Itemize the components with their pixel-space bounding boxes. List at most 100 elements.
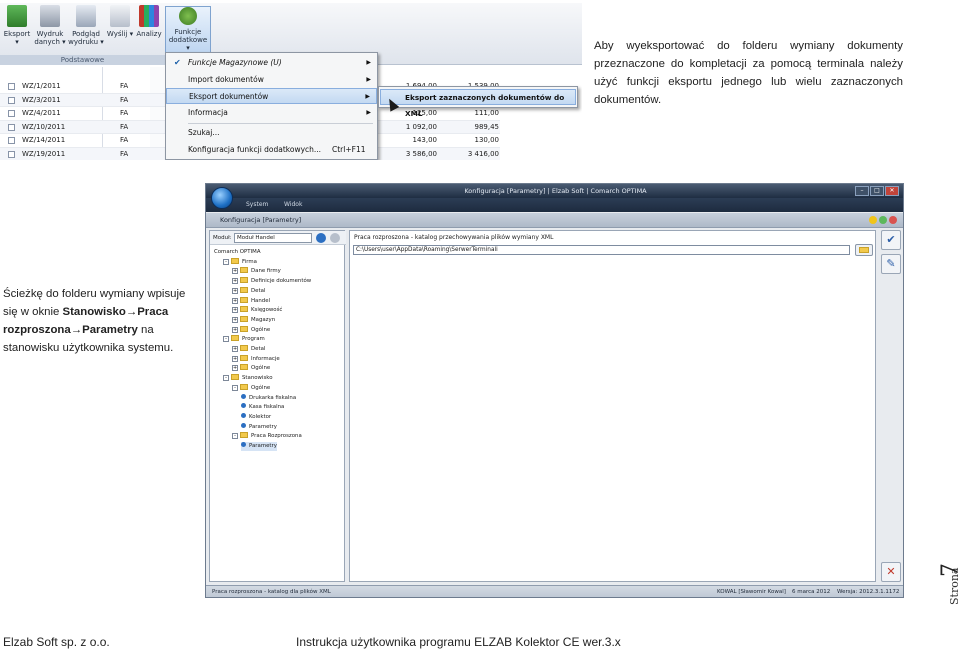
menu-item-export-selected-xml[interactable]: Eksport zaznaczonych dokumentów do XML xyxy=(380,89,576,118)
row-checkbox[interactable] xyxy=(8,150,15,158)
save-icon: ✔ xyxy=(886,233,896,246)
tree-item[interactable]: Parametry xyxy=(241,422,277,432)
save-button[interactable]: ✔ xyxy=(881,230,901,250)
tree-folder[interactable]: + Detal xyxy=(232,286,265,296)
tree-folder[interactable]: Comarch OPTIMA xyxy=(214,248,261,257)
ribbon-print-preview-button[interactable]: Podgląd wydruku ▾ xyxy=(68,5,104,55)
row-checkbox[interactable] xyxy=(8,96,15,104)
app-orb-icon[interactable] xyxy=(211,187,233,209)
expand-icon[interactable]: + xyxy=(232,278,238,285)
tree-folder[interactable]: - Ogólne xyxy=(232,383,270,393)
tree-folder[interactable]: + Detal xyxy=(232,345,265,354)
refresh-icon[interactable] xyxy=(316,233,326,243)
tree-item[interactable]: Kasa fiskalna xyxy=(241,403,284,412)
folder-icon xyxy=(231,257,239,264)
tree-folder[interactable]: - Praca Rozproszona xyxy=(232,432,302,441)
ribbon-analysis-label: Analizy xyxy=(136,30,162,38)
close-dot-icon[interactable] xyxy=(889,216,897,224)
row-checkbox[interactable] xyxy=(8,137,15,144)
folder-icon xyxy=(240,354,248,361)
expand-icon[interactable]: + xyxy=(232,316,238,323)
path-instructions-paragraph: Ścieżkę do folderu wymiany wpisuje się w… xyxy=(3,288,186,354)
collapse-icon[interactable]: - xyxy=(223,258,229,265)
settings-icon[interactable] xyxy=(330,233,340,243)
tree-folder[interactable]: + Handel xyxy=(232,296,270,306)
minimize-dot-icon[interactable] xyxy=(869,216,877,224)
close-button[interactable]: ✕ xyxy=(881,562,901,582)
minimize-icon[interactable]: – xyxy=(855,186,869,196)
tree-folder[interactable]: + Definicje dokumentów xyxy=(232,277,311,286)
tree-item[interactable]: Drukarka fiskalna xyxy=(241,393,296,403)
restore-dot-icon[interactable] xyxy=(879,216,887,224)
maximize-icon[interactable]: □ xyxy=(870,186,884,196)
folder-icon xyxy=(859,247,869,253)
row-checkbox[interactable] xyxy=(8,83,15,90)
exchange-folder-path-input[interactable]: C:\Users\user\AppData\Roaming\SerwerTerm… xyxy=(353,245,850,255)
window-titlebar: Konfiguracja [Parametry] | Elzab Soft | … xyxy=(206,184,903,198)
window-close-icon[interactable]: ✕ xyxy=(885,186,899,196)
page-number-value: 7 xyxy=(938,563,960,577)
panel-title: Praca rozproszona - katalog przechowywan… xyxy=(354,234,554,241)
browse-folder-button[interactable] xyxy=(855,244,873,256)
menu-separator xyxy=(188,123,373,124)
ribbon-analysis-button[interactable]: Analizy xyxy=(135,5,163,55)
ribbon-send-button[interactable]: Wyślij ▾ xyxy=(106,5,134,55)
document-title: Konfiguracja [Parametry] xyxy=(220,216,302,224)
collapse-icon[interactable]: - xyxy=(223,375,229,382)
page-number: Strona 7 xyxy=(920,545,960,605)
collapse-icon[interactable]: - xyxy=(223,336,229,343)
parameter-icon xyxy=(241,412,246,418)
expand-icon[interactable]: + xyxy=(232,287,238,294)
parameter-icon xyxy=(241,393,246,399)
menu-item-warehouse-functions[interactable]: ✔ Funkcje Magazynowe (U) ▶ xyxy=(166,55,377,71)
ribbon-print-label: Wydruk danych xyxy=(34,30,64,46)
menu-system[interactable]: System xyxy=(246,198,268,212)
ribbon-functions-label: Funkcje dodatkowe xyxy=(168,28,208,44)
menu-item-import-documents[interactable]: Import dokumentów ▶ xyxy=(166,72,377,88)
tree-folder[interactable]: + Dane firmy xyxy=(232,267,281,276)
menu-item-configure-functions[interactable]: Konfiguracja funkcji dodatkowych... Ctrl… xyxy=(166,142,377,158)
expand-icon[interactable]: + xyxy=(232,355,238,362)
tree-folder[interactable]: - Stanowisko xyxy=(223,374,273,383)
status-description: Praca rozproszona - katalog dla plików X… xyxy=(212,589,331,595)
expand-icon[interactable]: + xyxy=(232,268,238,275)
screenshot-export-menu: Eksport ▾ Wydruk danych ▾ Podgląd wydruk… xyxy=(0,3,582,160)
row-checkbox[interactable] xyxy=(8,110,15,117)
tree-item[interactable]: Parametry xyxy=(241,442,277,451)
expand-icon[interactable]: + xyxy=(232,307,238,314)
ribbon-functions-button[interactable]: Funkcje dodatkowe ▾ xyxy=(165,6,211,56)
expand-icon[interactable]: + xyxy=(232,346,238,352)
ribbon-export-button[interactable]: Eksport ▾ xyxy=(2,5,32,55)
tree-folder[interactable]: - Firma xyxy=(223,257,257,267)
folder-icon xyxy=(240,267,248,274)
ribbon-group-label: Podstawowe xyxy=(0,55,165,65)
row-checkbox[interactable] xyxy=(8,123,15,131)
close-icon: ✕ xyxy=(886,565,896,578)
tree-folder[interactable]: + Magazyn xyxy=(232,315,275,325)
menu-item-export-documents[interactable]: Eksport dokumentów ▶ xyxy=(166,88,377,104)
tree-folder[interactable]: + Księgowość xyxy=(232,306,282,315)
tree-item[interactable]: Kolektor xyxy=(241,412,271,422)
collapse-icon[interactable]: - xyxy=(232,384,238,391)
ribbon-print-button[interactable]: Wydruk danych ▾ xyxy=(33,5,67,55)
tree-folder[interactable]: + Ogólne xyxy=(232,325,270,335)
tree-folder[interactable]: + Informacje xyxy=(232,354,280,364)
export-submenu: Eksport zaznaczonych dokumentów do XML xyxy=(378,86,578,118)
collapse-icon[interactable]: - xyxy=(232,433,238,440)
menu-item-information[interactable]: Informacja ▶ xyxy=(166,105,377,121)
folder-icon xyxy=(231,335,239,342)
document-tab-bar: Konfiguracja [Parametry] xyxy=(206,213,903,228)
expand-icon[interactable]: + xyxy=(232,365,238,372)
submenu-arrow-icon: ▶ xyxy=(365,93,370,100)
tree-folder[interactable]: - Program xyxy=(223,335,265,344)
module-select[interactable]: Moduł Handel xyxy=(234,233,312,243)
expand-icon[interactable]: + xyxy=(232,297,238,304)
menu-view[interactable]: Widok xyxy=(284,198,302,212)
tree-folder[interactable]: + Ogólne xyxy=(232,364,270,373)
expand-icon[interactable]: + xyxy=(232,326,238,333)
module-row: Moduł: Moduł Handel xyxy=(210,231,346,245)
edit-button[interactable]: ✎ xyxy=(881,254,901,274)
folder-icon xyxy=(240,364,248,371)
folder-icon xyxy=(240,286,248,293)
menu-item-search[interactable]: Szukaj... xyxy=(166,125,377,141)
